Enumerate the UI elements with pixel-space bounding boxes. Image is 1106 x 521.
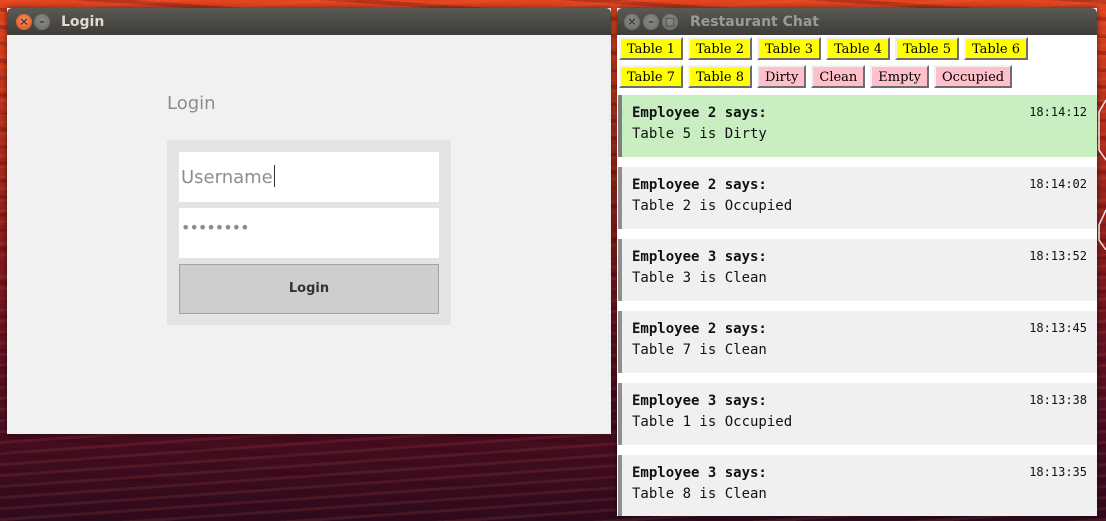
- message-time: 18:13:45: [1029, 321, 1087, 335]
- chat-message: Employee 3 says: Table 1 is Occupied 18:…: [618, 383, 1097, 445]
- chat-message: Employee 2 says: Table 5 is Dirty 18:14:…: [618, 95, 1097, 157]
- table-8-button[interactable]: Table 8: [688, 65, 752, 88]
- login-titlebar[interactable]: × – Login: [7, 8, 611, 36]
- chat-message: Employee 2 says: Table 7 is Clean 18:13:…: [618, 311, 1097, 373]
- username-text: Username: [181, 167, 273, 188]
- desktop-decoration: [1098, 100, 1106, 250]
- text-caret: [273, 165, 275, 187]
- close-icon[interactable]: ×: [624, 14, 640, 30]
- window-title: Restaurant Chat: [690, 14, 819, 30]
- login-content: Login Username •••••••• Login: [7, 35, 611, 434]
- maximize-icon[interactable]: □: [662, 14, 678, 30]
- chat-titlebar[interactable]: × – □ Restaurant Chat: [617, 8, 1097, 36]
- message-time: 18:13:35: [1029, 465, 1087, 479]
- message-text: Table 7 is Clean: [632, 342, 767, 358]
- chat-message: Employee 3 says: Table 3 is Clean 18:13:…: [618, 239, 1097, 301]
- login-window: × – Login Login Username •••••••• Login: [7, 8, 611, 434]
- message-text: Table 8 is Clean: [632, 486, 767, 502]
- window-title: Login: [61, 14, 105, 30]
- chat-message: Employee 2 says: Table 2 is Occupied 18:…: [618, 167, 1097, 229]
- message-sender: Employee 2 says:: [632, 105, 767, 121]
- password-input[interactable]: ••••••••: [179, 208, 439, 258]
- table-3-button[interactable]: Table 3: [757, 37, 821, 60]
- dirty-button[interactable]: Dirty: [757, 65, 807, 88]
- message-sender: Employee 2 says:: [632, 321, 767, 337]
- occupied-button[interactable]: Occupied: [934, 65, 1013, 88]
- message-text: Table 5 is Dirty: [632, 126, 767, 142]
- username-input[interactable]: Username: [179, 152, 439, 202]
- message-text: Table 2 is Occupied: [632, 198, 793, 214]
- minimize-icon[interactable]: –: [34, 14, 50, 30]
- message-time: 18:14:02: [1029, 177, 1087, 191]
- clean-button[interactable]: Clean: [811, 65, 866, 88]
- chat-content: Table 1 Table 2 Table 3 Table 4 Table 5 …: [617, 35, 1097, 516]
- message-time: 18:13:38: [1029, 393, 1087, 407]
- close-icon[interactable]: ×: [16, 14, 32, 30]
- chat-message: Employee 3 says: Table 8 is Clean 18:13:…: [618, 455, 1097, 516]
- table-button-row-2: Table 7 Table 8 Dirty Clean Empty Occupi…: [619, 65, 1013, 88]
- message-sender: Employee 3 says:: [632, 465, 767, 481]
- password-mask: ••••••••: [181, 218, 249, 237]
- login-form: Username •••••••• Login: [167, 140, 451, 325]
- login-button[interactable]: Login: [179, 264, 439, 314]
- message-time: 18:14:12: [1029, 105, 1087, 119]
- login-heading: Login: [167, 93, 216, 114]
- message-text: Table 1 is Occupied: [632, 414, 793, 430]
- table-1-button[interactable]: Table 1: [619, 37, 683, 60]
- table-2-button[interactable]: Table 2: [688, 37, 752, 60]
- table-7-button[interactable]: Table 7: [619, 65, 683, 88]
- message-sender: Employee 3 says:: [632, 249, 767, 265]
- empty-button[interactable]: Empty: [870, 65, 930, 88]
- message-time: 18:13:52: [1029, 249, 1087, 263]
- table-5-button[interactable]: Table 5: [895, 37, 959, 60]
- message-sender: Employee 2 says:: [632, 177, 767, 193]
- chat-window: × – □ Restaurant Chat Table 1 Table 2 Ta…: [617, 8, 1097, 516]
- message-sender: Employee 3 says:: [632, 393, 767, 409]
- minimize-icon[interactable]: –: [643, 14, 659, 30]
- table-button-row-1: Table 1 Table 2 Table 3 Table 4 Table 5 …: [619, 37, 1028, 60]
- table-4-button[interactable]: Table 4: [826, 37, 890, 60]
- message-text: Table 3 is Clean: [632, 270, 767, 286]
- table-6-button[interactable]: Table 6: [964, 37, 1028, 60]
